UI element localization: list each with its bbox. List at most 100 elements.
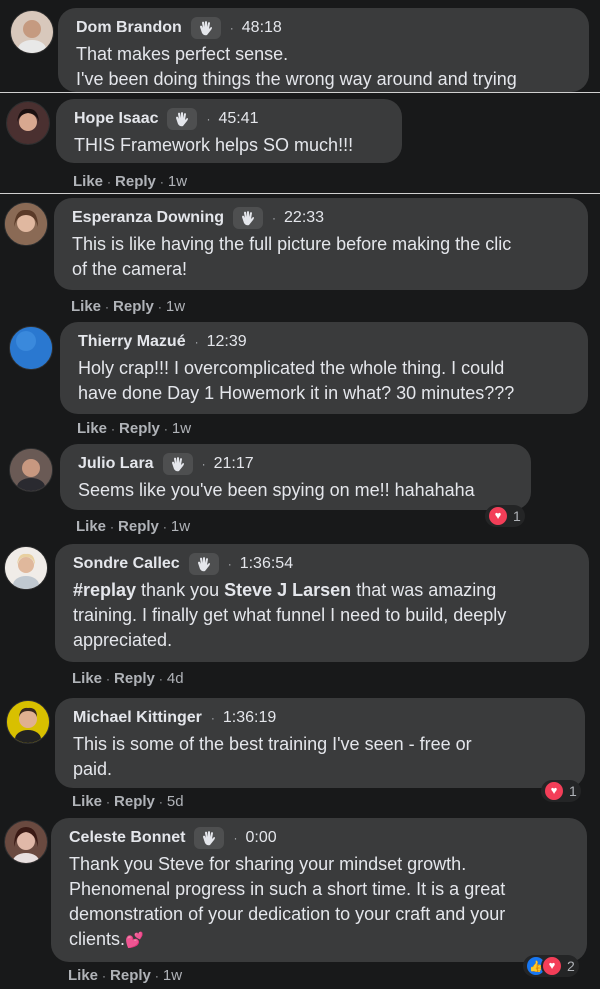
- comment-actions: Like · Reply · 1w: [77, 420, 191, 437]
- reaction-count: 1: [569, 783, 577, 799]
- commenter-name[interactable]: Celeste Bonnet: [69, 829, 185, 847]
- commenter-name[interactable]: Julio Lara: [78, 455, 154, 473]
- heart-icon: ♥: [543, 780, 565, 802]
- avatar[interactable]: [6, 700, 50, 744]
- separator-dot: ·: [163, 422, 168, 436]
- separator-dot: ·: [154, 969, 159, 983]
- commenter-name[interactable]: Sondre Callec: [73, 555, 180, 573]
- timestamp[interactable]: 12:39: [207, 333, 247, 351]
- separator-dot: ·: [194, 335, 199, 349]
- comment-bubble: Celeste Bonnet · 0:00 Thank you Steve fo…: [51, 818, 587, 962]
- comment-celeste-bonnet: Celeste Bonnet · 0:00 Thank you Steve fo…: [0, 816, 600, 989]
- like-link[interactable]: Like: [76, 518, 106, 535]
- avatar[interactable]: [6, 101, 50, 145]
- comment-michael-kittinger: Michael Kittinger · 1:36:19 This is some…: [0, 696, 600, 816]
- separator-dot: ·: [105, 300, 110, 314]
- timestamp[interactable]: 1:36:54: [240, 555, 293, 573]
- comment-bubble: Thierry Mazué · 12:39 Holy crap!!! I ove…: [60, 322, 588, 414]
- separator-dot: ·: [107, 175, 112, 189]
- comment-text: Seems like you've been spying on me!! ha…: [78, 480, 475, 500]
- comment-hope-isaac: Hope Isaac · 45:41 THIS Framework helps …: [0, 93, 600, 193]
- comment-age[interactable]: 1w: [171, 518, 190, 535]
- comment-thierry-mazue: Thierry Mazué · 12:39 Holy crap!!! I ove…: [0, 318, 600, 442]
- separator-dot: ·: [110, 520, 115, 534]
- comment-actions: Like · Reply · 1w: [73, 173, 187, 190]
- avatar[interactable]: [9, 326, 53, 370]
- reply-link[interactable]: Reply: [110, 967, 151, 984]
- timestamp[interactable]: 22:33: [284, 209, 324, 227]
- comment-age[interactable]: 1w: [168, 173, 187, 190]
- mention-link[interactable]: Steve J Larsen: [224, 580, 351, 600]
- comment-esperanza-downing: Esperanza Downing · 22:33 This is like h…: [0, 194, 600, 318]
- reply-link[interactable]: Reply: [119, 420, 160, 437]
- reply-link[interactable]: Reply: [114, 793, 155, 810]
- comment-bubble: Dom Brandon · 48:18 That makes perfect s…: [58, 8, 589, 92]
- comment-actions: Like · Reply · 5d: [72, 793, 184, 810]
- timestamp[interactable]: 21:17: [214, 455, 254, 473]
- avatar[interactable]: [4, 820, 48, 864]
- commenter-name[interactable]: Esperanza Downing: [72, 209, 224, 227]
- timestamp[interactable]: 48:18: [242, 19, 282, 37]
- comment-bubble: Julio Lara · 21:17 Seems like you've bee…: [60, 444, 531, 510]
- like-link[interactable]: Like: [68, 967, 98, 984]
- timestamp[interactable]: 0:00: [245, 829, 276, 847]
- waving-hand-icon: [190, 17, 221, 39]
- avatar[interactable]: [4, 202, 48, 246]
- comment-age[interactable]: 1w: [166, 298, 185, 315]
- separator-dot: ·: [102, 969, 107, 983]
- timestamp[interactable]: 45:41: [218, 110, 258, 128]
- reply-link[interactable]: Reply: [114, 670, 155, 687]
- comment-text: #replay thank you Steve J Larsen that wa…: [73, 580, 507, 650]
- reply-link[interactable]: Reply: [113, 298, 154, 315]
- commenter-name[interactable]: Thierry Mazué: [78, 333, 186, 351]
- comment-actions: Like · Reply · 1w: [71, 298, 185, 315]
- two-hearts-emoji: 💕: [125, 932, 144, 949]
- comment-text: THIS Framework helps SO much!!!: [74, 135, 354, 155]
- heart-icon: ♥: [541, 955, 563, 977]
- comment-actions: Like · Reply · 1w: [76, 518, 190, 535]
- like-link[interactable]: Like: [71, 298, 101, 315]
- comment-text: This is like having the full picture bef…: [72, 234, 512, 279]
- avatar[interactable]: [4, 546, 48, 590]
- separator-dot: ·: [159, 175, 164, 189]
- separator-dot: ·: [227, 557, 232, 571]
- separator-dot: ·: [158, 795, 163, 809]
- comment-age[interactable]: 1w: [163, 967, 182, 984]
- separator-dot: ·: [233, 831, 238, 845]
- comment-sondre-callec: Sondre Callec · 1:36:54 #replay thank yo…: [0, 542, 600, 696]
- comment-text: Holy crap!!! I overcomplicated the whole…: [78, 358, 515, 403]
- separator-dot: ·: [201, 457, 206, 471]
- commenter-name[interactable]: Hope Isaac: [74, 110, 158, 128]
- comment-bubble: Hope Isaac · 45:41 THIS Framework helps …: [56, 99, 402, 163]
- comment-text: This is some of the best training I've s…: [73, 734, 472, 779]
- comment-bubble: Sondre Callec · 1:36:54 #replay thank yo…: [55, 544, 589, 662]
- commenter-name[interactable]: Michael Kittinger: [73, 709, 202, 727]
- waving-hand-icon: [194, 827, 225, 849]
- separator-dot: ·: [111, 422, 116, 436]
- reaction-summary[interactable]: 👍 ♥ 2: [523, 955, 579, 977]
- comment-dom-brandon: Dom Brandon · 48:18 That makes perfect s…: [0, 0, 600, 92]
- comment-age[interactable]: 5d: [167, 793, 184, 810]
- like-link[interactable]: Like: [72, 670, 102, 687]
- comment-age[interactable]: 4d: [167, 670, 184, 687]
- hashtag-link[interactable]: #replay: [73, 580, 136, 600]
- avatar[interactable]: [9, 448, 53, 492]
- like-link[interactable]: Like: [72, 793, 102, 810]
- separator-dot: ·: [206, 112, 211, 126]
- comment-text: Thank you Steve for sharing your mindset…: [69, 854, 506, 949]
- reply-link[interactable]: Reply: [118, 518, 159, 535]
- separator-dot: ·: [162, 520, 167, 534]
- comment-text: That makes perfect sense. I've been doin…: [76, 44, 517, 89]
- like-link[interactable]: Like: [77, 420, 107, 437]
- comment-actions: Like · Reply · 4d: [72, 670, 184, 687]
- avatar[interactable]: [10, 10, 54, 54]
- reaction-summary[interactable]: ♥ 1: [541, 780, 581, 802]
- reply-link[interactable]: Reply: [115, 173, 156, 190]
- reaction-summary[interactable]: ♥ 1: [485, 505, 525, 527]
- timestamp[interactable]: 1:36:19: [223, 709, 276, 727]
- like-link[interactable]: Like: [73, 173, 103, 190]
- commenter-name[interactable]: Dom Brandon: [76, 19, 182, 37]
- reaction-count: 1: [513, 508, 521, 524]
- comment-age[interactable]: 1w: [172, 420, 191, 437]
- separator-dot: ·: [106, 672, 111, 686]
